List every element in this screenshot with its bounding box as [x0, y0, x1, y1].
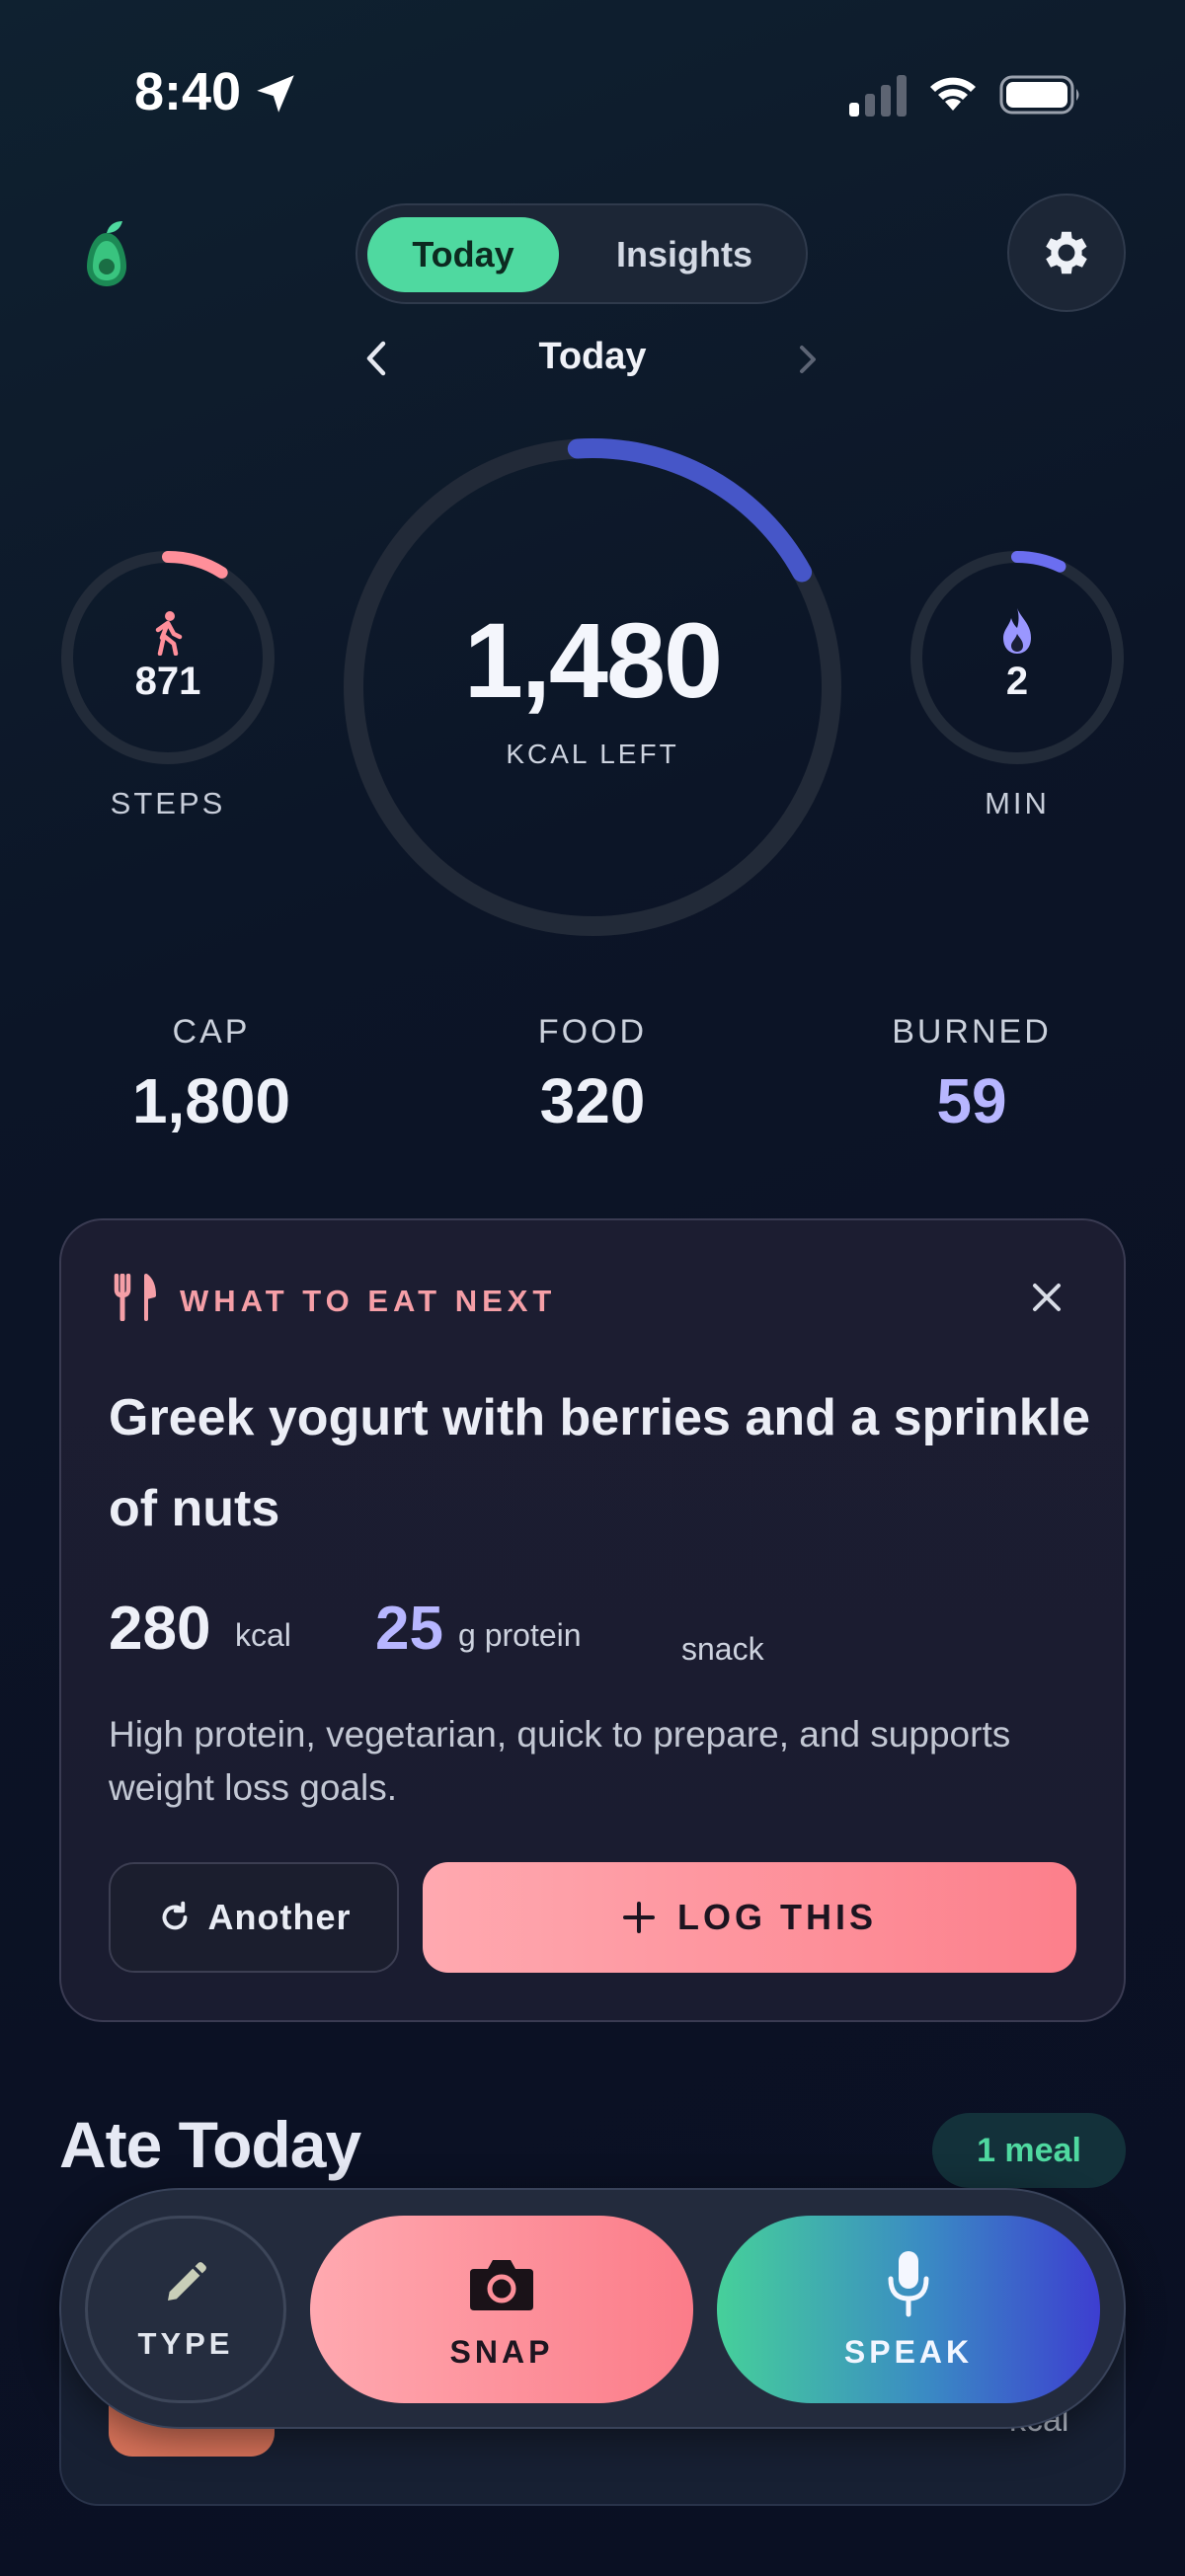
pencil-icon	[168, 2262, 206, 2301]
walk-icon	[155, 611, 183, 656]
suggestion-kcal-unit: kcal	[235, 1617, 291, 1653]
another-button[interactable]: Another	[109, 1862, 399, 1973]
steps-label: STEPS	[110, 786, 226, 820]
type-button[interactable]	[85, 2216, 286, 2403]
steps-ring-track	[61, 551, 275, 764]
food-value: 320	[539, 1065, 646, 1136]
minutes-ring-track	[910, 551, 1124, 764]
type-label: TYPE	[137, 2326, 234, 2361]
burned-label: BURNED	[892, 1013, 1052, 1051]
suggestion-title: Greek yogurt with berries and a sprinkle…	[109, 1389, 1091, 1537]
camera-icon	[470, 2260, 533, 2310]
speak-label: SPEAK	[843, 2334, 974, 2370]
cap-label: CAP	[172, 1013, 251, 1051]
refresh-icon	[162, 1901, 187, 1930]
suggestion-protein-value: 25	[375, 1595, 443, 1663]
kcal-left-value: 1,480	[463, 600, 723, 720]
cap-value: 1,800	[131, 1065, 291, 1136]
log-this-label: LOG THIS	[677, 1897, 877, 1937]
suggestion-meal-type: snack	[681, 1631, 764, 1667]
minutes-value: 2	[1005, 660, 1029, 703]
ate-today-title: Ate Today	[59, 2108, 361, 2181]
suggestion-protein-unit: g protein	[458, 1617, 582, 1653]
kcal-left-label: KCAL LEFT	[506, 739, 679, 769]
suggestion-eyebrow: WHAT TO EAT NEXT	[180, 1284, 557, 1318]
plus-icon	[623, 1902, 655, 1933]
burned-value: 59	[936, 1065, 1007, 1136]
log-this-button[interactable]: LOG THIS	[423, 1862, 1076, 1973]
meal-count-badge: 1 meal	[932, 2113, 1126, 2188]
suggestion-kcal-value: 280	[109, 1595, 211, 1663]
snap-label: SNAP	[449, 2334, 554, 2370]
rings-layer	[61, 438, 1124, 937]
minutes-label: MIN	[985, 786, 1050, 820]
another-label: Another	[207, 1897, 352, 1937]
steps-value: 871	[134, 660, 201, 703]
suggestion-description: High protein, vegetarian, quick to prepa…	[109, 1714, 1011, 1808]
flame-icon	[1003, 608, 1031, 654]
fork-knife-icon	[114, 1274, 156, 1321]
close-icon[interactable]	[1027, 1278, 1066, 1317]
microphone-icon	[888, 2251, 929, 2317]
food-label: FOOD	[537, 1013, 648, 1051]
